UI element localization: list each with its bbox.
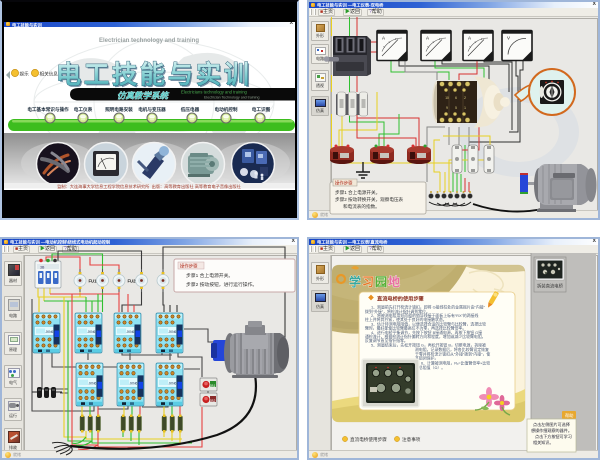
svg-text:电工仪表: 电工仪表 [74,106,93,113]
svg-text:电工基本常识与操作: 电工基本常识与操作 [27,106,69,113]
svg-text:Electrician Technology and: Electrician Technology and training [204,96,259,100]
svg-text:6: 6 [455,96,457,100]
svg-text:园: 园 [375,275,387,289]
svg-text:步骤2 按动转换开关，观察电压表: 步骤2 按动转换开关，观察电压表 [335,196,404,203]
svg-text:操作步骤: 操作步骤 [335,180,353,187]
svg-text:步骤1 合上电源开关。: 步骤1 合上电源开关。 [186,272,233,279]
svg-text:1: 1 [464,106,466,110]
svg-text:点击下方按钮可学习: 点击下方按钮可学习 [535,433,572,439]
svg-text:FU2: FU2 [128,279,137,284]
svg-text:仿真教学系统: 仿真教学系统 [117,91,170,101]
svg-text:和电流表的指数。: 和电流表的指数。 [343,203,380,210]
svg-text:直流电桥使用步骤: 直流电桥使用步骤 [350,436,387,443]
svg-text:V: V [507,36,510,41]
svg-text:步骤1 合上电源开关。: 步骤1 合上电源开关。 [335,189,380,196]
svg-text:2: 2 [464,96,466,100]
svg-text:点击左侧图片可选择: 点击左侧图片可选择 [533,421,570,427]
svg-text:监制：大连海事大学信息工程学院信息技术研究所 出版：高等教: 监制：大连海事大学信息工程学院信息技术研究所 出版：高等教育出版社 高等教育电子… [57,183,241,190]
svg-text:低压电器: 低压电器 [180,106,200,113]
svg-text:操作步骤: 操作步骤 [180,263,198,270]
svg-text:电工技能与实训: 电工技能与实训 [56,60,252,89]
svg-text:9: 9 [446,106,448,110]
svg-text:电动机控制: 电动机控制 [215,106,238,113]
svg-text:电机与变压器: 电机与变压器 [138,106,166,113]
svg-text:注意事项: 注意事项 [402,436,421,443]
svg-text:Electrician technology and tra: Electrician technology and training [99,38,199,44]
svg-text:地: 地 [388,274,400,289]
svg-text:照明电路安装: 照明电路安装 [105,106,133,113]
svg-text:FU1: FU1 [89,279,98,284]
svg-text:拆装直流电桥: 拆装直流电桥 [537,283,563,290]
svg-text:Electricians technology and tr: Electricians technology and training [181,90,248,95]
svg-text:A: A [468,36,471,41]
svg-text:娱乐: 娱乐 [20,71,30,78]
svg-text:10: 10 [445,96,449,100]
svg-text:学: 学 [349,274,361,289]
svg-text:习: 习 [362,275,374,289]
svg-text:想操作细观察的器件。: 想操作细观察的器件。 [531,427,572,433]
svg-text:电工识图: 电工识图 [252,106,271,113]
svg-text:3B: 3B [40,266,45,270]
svg-text:直流电桥的使用步骤: 直流电桥的使用步骤 [377,295,425,303]
svg-text:SB1: SB1 [209,384,216,388]
svg-text:A: A [382,36,385,41]
svg-text:相关知识。: 相关知识。 [533,439,553,445]
svg-text:A: A [426,36,429,41]
svg-text:5: 5 [455,106,457,110]
svg-text:SB2: SB2 [209,399,216,403]
svg-text:帮助: 帮助 [565,412,573,419]
svg-text:步骤2 按动按钮，进行运行操作。: 步骤2 按动按钮，进行运行操作。 [186,281,257,288]
